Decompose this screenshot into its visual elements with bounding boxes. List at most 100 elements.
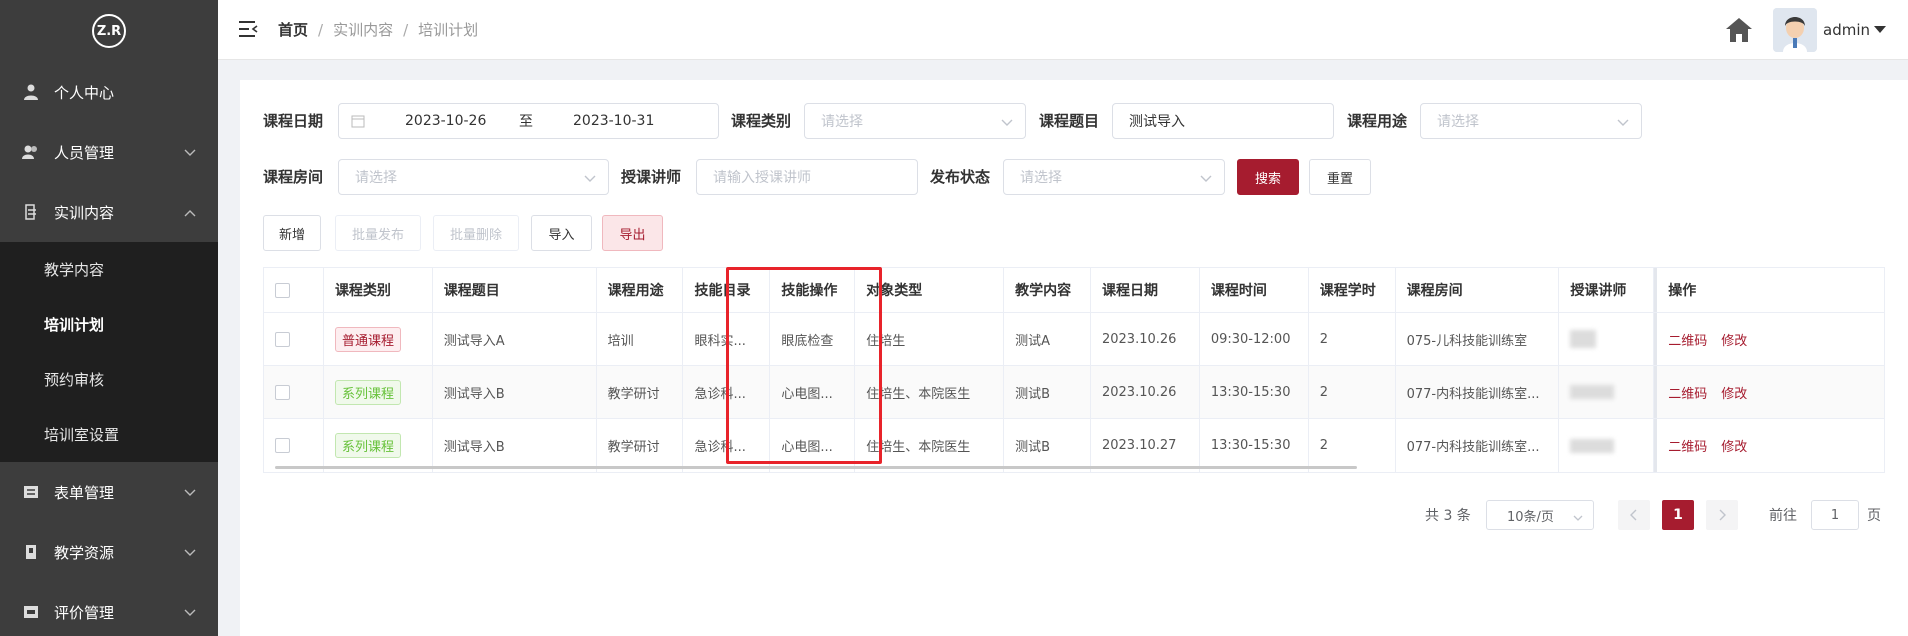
sidebar-item-resources[interactable]: 教学资源 xyxy=(0,522,218,582)
table-row: 系列课程 测试导入B 教学研讨 急诊科... 心电图... 住培生、本院医生 测… xyxy=(264,366,1884,419)
next-page-button[interactable] xyxy=(1706,500,1738,530)
caret-down-icon[interactable] xyxy=(1874,22,1886,38)
row-checkbox-cell xyxy=(264,419,324,472)
sidebar-item-personal-center[interactable]: 个人中心 xyxy=(0,62,218,122)
column-header[interactable]: 教学内容 xyxy=(1004,268,1091,312)
logo[interactable]: Z.R xyxy=(92,14,126,48)
page-size-value: 10条/页 xyxy=(1507,509,1554,525)
actions-cell: 二维码 修改 xyxy=(1654,419,1884,472)
column-header[interactable]: 技能目录 xyxy=(683,268,771,312)
reset-button[interactable]: 重置 xyxy=(1309,159,1371,195)
table-cell: 眼科实... xyxy=(683,313,771,365)
qrcode-link[interactable]: 二维码 xyxy=(1668,383,1707,402)
breadcrumb-training-content[interactable]: 实训内容 xyxy=(333,19,393,40)
teacher-input[interactable]: 请输入授课讲师 xyxy=(696,159,918,195)
sidebar-sub-item-teaching-content[interactable]: 教学内容 xyxy=(0,242,218,297)
column-header[interactable]: 课程日期 xyxy=(1091,268,1200,312)
date-range-picker[interactable]: 2023-10-26 至 2023-10-31 xyxy=(338,103,719,139)
topic-input[interactable]: 测试导入 xyxy=(1112,103,1334,139)
column-header[interactable]: 对象类型 xyxy=(855,268,1005,312)
goto-page-input[interactable]: 1 xyxy=(1811,500,1859,530)
table-cell: 急诊科... xyxy=(683,366,771,418)
table-cell: 09:30-12:00 xyxy=(1200,313,1309,365)
add-button[interactable]: 新增 xyxy=(263,215,321,251)
export-button[interactable]: 导出 xyxy=(602,215,663,251)
edit-link[interactable]: 修改 xyxy=(1721,383,1747,402)
header-right: admin xyxy=(1725,0,1886,60)
sidebar-item-evaluation[interactable]: 评价管理 xyxy=(0,582,218,636)
table-cell: 心电图... xyxy=(770,366,856,418)
chevron-down-icon xyxy=(1200,171,1212,187)
import-button[interactable]: 导入 xyxy=(531,215,592,251)
column-header[interactable]: 技能操作 xyxy=(770,268,856,312)
column-header[interactable]: 课程学时 xyxy=(1309,268,1396,312)
row-checkbox[interactable] xyxy=(275,384,290,400)
page-size-select[interactable]: 10条/页 xyxy=(1486,500,1594,530)
column-header[interactable]: 授课讲师 xyxy=(1559,268,1655,312)
row-checkbox[interactable] xyxy=(275,331,290,347)
avatar[interactable] xyxy=(1773,8,1817,52)
qrcode-link[interactable]: 二维码 xyxy=(1668,330,1707,349)
qrcode-link[interactable]: 二维码 xyxy=(1668,436,1707,455)
category-select[interactable]: 请选择 xyxy=(804,103,1026,139)
actions-cell: 二维码 修改 xyxy=(1654,313,1884,365)
chevron-down-icon xyxy=(1617,115,1629,131)
table-horizontal-scrollbar[interactable] xyxy=(275,466,1357,469)
sidebar-sub-item-booking-review[interactable]: 预约审核 xyxy=(0,352,218,407)
edit-link[interactable]: 修改 xyxy=(1721,330,1747,349)
book-icon xyxy=(22,543,40,561)
status-select[interactable]: 请选择 xyxy=(1003,159,1225,195)
column-header: 操作 xyxy=(1654,268,1884,312)
search-button[interactable]: 搜索 xyxy=(1237,159,1299,195)
sidebar-item-label: 教学资源 xyxy=(54,543,115,562)
category-placeholder: 请选择 xyxy=(821,114,863,130)
select-all-checkbox[interactable] xyxy=(275,282,290,298)
topic-label: 课程题目 xyxy=(1039,112,1100,130)
page-number-1[interactable]: 1 xyxy=(1662,500,1694,530)
sidebar-item-people[interactable]: 人员管理 xyxy=(0,122,218,182)
category-tag: 系列课程 xyxy=(334,379,401,405)
submenu-training-content: 教学内容 培训计划 预约审核 培训室设置 xyxy=(0,242,218,462)
menu-fold-icon[interactable] xyxy=(238,20,258,40)
date-to: 至 xyxy=(519,114,533,130)
column-header[interactable]: 课程题目 xyxy=(433,268,597,312)
room-select[interactable]: 请选择 xyxy=(338,159,609,195)
main-card: 课程日期 2023-10-26 至 2023-10-31 课程类别 请选择 课程… xyxy=(240,80,1908,636)
date-end: 2023-10-31 xyxy=(573,113,655,129)
sidebar-sub-item-training-plan[interactable]: 培训计划 xyxy=(0,297,218,352)
batch-publish-button[interactable]: 批量发布 xyxy=(335,215,421,251)
column-header[interactable]: 课程用途 xyxy=(597,268,684,312)
row-checkbox[interactable] xyxy=(275,438,290,453)
user-icon xyxy=(22,83,40,101)
room-placeholder: 请选择 xyxy=(355,170,397,186)
purpose-select[interactable]: 请选择 xyxy=(1420,103,1642,139)
blurred-teacher xyxy=(1570,438,1615,453)
status-label: 发布状态 xyxy=(930,168,991,186)
column-header[interactable]: 课程房间 xyxy=(1396,268,1560,312)
edit-link[interactable]: 修改 xyxy=(1721,436,1747,455)
table-cell: 教学研讨 xyxy=(597,419,684,472)
sidebar-sub-item-room-settings[interactable]: 培训室设置 xyxy=(0,407,218,462)
table-cell: 2 xyxy=(1309,419,1396,472)
category-cell: 系列课程 xyxy=(324,366,433,418)
training-plan-table: 课程类别 课程题目 课程用途 技能目录 技能操作 对象类型 教学内容 课程日期 … xyxy=(263,267,1885,473)
teacher-cell xyxy=(1559,366,1655,418)
category-tag: 普通课程 xyxy=(334,326,401,352)
pagination-total: 共 3 条 xyxy=(1425,508,1471,524)
date-label: 课程日期 xyxy=(263,112,324,130)
row-checkbox-cell xyxy=(264,366,324,418)
goto-label: 前往 xyxy=(1769,508,1797,524)
blurred-teacher xyxy=(1570,385,1615,399)
breadcrumb-home[interactable]: 首页 xyxy=(278,19,308,40)
sidebar-item-forms[interactable]: 表单管理 xyxy=(0,462,218,522)
sidebar-item-label: 表单管理 xyxy=(54,483,115,502)
home-icon[interactable] xyxy=(1725,17,1753,43)
username[interactable]: admin xyxy=(1823,21,1870,39)
chevron-down-icon xyxy=(584,171,596,187)
column-header[interactable]: 课程类别 xyxy=(324,268,433,312)
prev-page-button[interactable] xyxy=(1618,500,1650,530)
sidebar-item-training-content[interactable]: 实训内容 xyxy=(0,182,218,242)
category-cell: 普通课程 xyxy=(324,313,433,365)
batch-delete-button[interactable]: 批量删除 xyxy=(433,215,519,251)
column-header[interactable]: 课程时间 xyxy=(1200,268,1309,312)
